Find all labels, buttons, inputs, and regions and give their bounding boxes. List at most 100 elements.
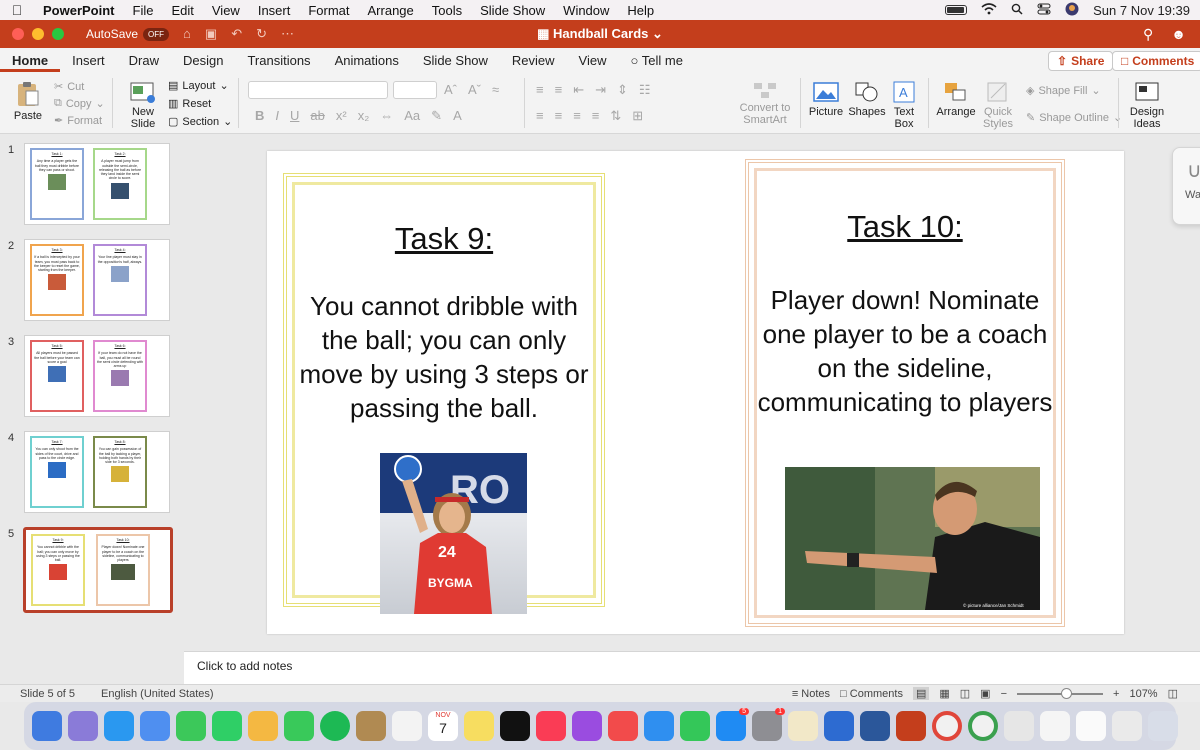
bold-icon[interactable]: B xyxy=(255,108,264,124)
trash-icon[interactable] xyxy=(1148,711,1178,741)
format-painter-button[interactable]: ✒ Format xyxy=(54,114,102,128)
slide-5[interactable]: Task 9: You cannot dribble with the ball… xyxy=(267,151,1124,634)
photos-icon[interactable] xyxy=(248,711,278,741)
new-slide-button[interactable]: New Slide xyxy=(124,80,162,130)
window-preview-icon[interactable] xyxy=(1112,711,1142,741)
increase-font-icon[interactable]: Aˆ xyxy=(444,82,457,97)
font-family-select[interactable] xyxy=(248,81,388,99)
menu-app-name[interactable]: PowerPoint xyxy=(34,3,124,18)
picture-button[interactable]: Picture xyxy=(808,80,844,118)
window-preview-icon[interactable] xyxy=(1076,711,1106,741)
columns-icon[interactable]: ☷ xyxy=(639,82,651,98)
highlight-icon[interactable]: ✎ xyxy=(431,108,442,124)
line-spacing-icon[interactable]: ⇕ xyxy=(617,82,628,98)
card-text[interactable]: You cannot dribble with the ball; you ca… xyxy=(287,289,601,425)
safari-icon[interactable] xyxy=(104,711,134,741)
notes-pane[interactable]: Click to add notes xyxy=(184,651,1200,684)
strikethrough-icon[interactable]: ab xyxy=(310,108,324,124)
task-card-10[interactable]: Task 10: Player down! Nominate one playe… xyxy=(745,159,1065,627)
clear-format-icon[interactable]: ≈ xyxy=(492,82,499,97)
comments-button[interactable]: □ Comments xyxy=(1112,51,1200,71)
share-button[interactable]: ⇧ Share xyxy=(1048,51,1114,71)
notes-app-icon[interactable] xyxy=(464,711,494,741)
shape-fill-button[interactable]: ◈ Shape Fill ⌄ xyxy=(1026,84,1101,98)
chrome-alt-icon[interactable] xyxy=(968,711,998,741)
zoom-out-icon[interactable]: − xyxy=(1001,688,1007,700)
notes-toggle[interactable]: ≡ Notes xyxy=(792,688,830,700)
tab-design[interactable]: Design xyxy=(171,53,235,72)
menu-view[interactable]: View xyxy=(203,3,249,18)
undo-icon[interactable]: ↶ xyxy=(231,26,242,42)
convert-smartart-button[interactable]: Convert to SmartArt xyxy=(738,80,792,126)
menu-edit[interactable]: Edit xyxy=(162,3,202,18)
reminders-icon[interactable] xyxy=(392,711,422,741)
comments-toggle[interactable]: □ Comments xyxy=(840,688,903,700)
italic-icon[interactable]: I xyxy=(275,108,279,124)
menu-insert[interactable]: Insert xyxy=(249,3,300,18)
tab-draw[interactable]: Draw xyxy=(117,53,171,72)
slide-thumbnail-2[interactable]: Task 3: If a ball is intercepted by your … xyxy=(24,239,170,321)
superscript-icon[interactable]: x² xyxy=(336,108,347,124)
normal-view-icon[interactable]: ▤ xyxy=(912,687,930,700)
change-case-icon[interactable]: Aa xyxy=(404,108,420,124)
justify-icon[interactable]: ≡ xyxy=(592,108,600,124)
reading-view-icon[interactable]: ◫ xyxy=(960,687,970,700)
layout-button[interactable]: ▤ Layout ⌄ xyxy=(168,79,229,93)
zoom-window-button[interactable] xyxy=(52,28,64,40)
font-color-icon[interactable]: A xyxy=(453,108,462,124)
zoom-slider[interactable] xyxy=(1017,687,1104,699)
font-size-select[interactable] xyxy=(393,81,437,99)
finder-icon[interactable] xyxy=(32,711,62,741)
presenter-view-icon[interactable]: ▣ xyxy=(980,687,990,700)
apple-tv-icon[interactable] xyxy=(500,711,530,741)
numbering-icon[interactable]: ≡ xyxy=(555,82,563,98)
music-icon[interactable] xyxy=(536,711,566,741)
text-box-button[interactable]: A Text Box xyxy=(888,80,920,130)
spotify-icon[interactable] xyxy=(320,711,350,741)
quick-styles-button[interactable]: Quick Styles xyxy=(980,80,1016,130)
zoom-slider-knob[interactable] xyxy=(1061,687,1073,699)
fit-slide-icon[interactable]: ◫ xyxy=(1168,687,1178,700)
notes-placeholder[interactable]: Click to add notes xyxy=(197,659,292,673)
document-title[interactable]: Handball Cards xyxy=(553,26,648,41)
decrease-font-icon[interactable]: Aˇ xyxy=(468,82,481,97)
facetime-icon[interactable] xyxy=(284,711,314,741)
menu-tools[interactable]: Tools xyxy=(423,3,471,18)
chrome-icon[interactable] xyxy=(932,711,962,741)
section-button[interactable]: ▢ Section ⌄ xyxy=(168,115,232,129)
char-spacing-icon[interactable]: ⇔ xyxy=(380,108,393,124)
home-icon[interactable]: ⌂ xyxy=(183,26,191,42)
reset-button[interactable]: ▥ Reset xyxy=(168,97,211,111)
slide-thumbnail-1[interactable]: Task 1: Any time a player gets the ball t… xyxy=(24,143,170,225)
search-icon[interactable] xyxy=(1011,3,1023,18)
cut-button[interactable]: ✂ Cut xyxy=(54,80,84,94)
card-title[interactable]: Task 10: xyxy=(749,209,1061,245)
mail-icon[interactable] xyxy=(140,711,170,741)
align-left-icon[interactable]: ≡ xyxy=(536,108,544,124)
handball-player-photo[interactable]: RO 24 BYGMA xyxy=(380,453,527,614)
control-center-icon[interactable] xyxy=(1037,3,1051,18)
powerpoint-icon[interactable] xyxy=(896,711,926,741)
shapes-button[interactable]: Shapes xyxy=(848,80,886,118)
zoom-level[interactable]: 107% xyxy=(1129,688,1157,700)
calendar-icon[interactable]: NOV 7 xyxy=(428,711,458,741)
word-icon[interactable] xyxy=(860,711,890,741)
minimize-window-button[interactable] xyxy=(32,28,44,40)
keynote-icon[interactable] xyxy=(644,711,674,741)
tab-view[interactable]: View xyxy=(567,53,619,72)
news-icon[interactable] xyxy=(608,711,638,741)
task-card-9[interactable]: Task 9: You cannot dribble with the ball… xyxy=(283,173,605,614)
redo-icon[interactable]: ↻ xyxy=(256,26,267,42)
close-window-button[interactable] xyxy=(12,28,24,40)
tab-slide-show[interactable]: Slide Show xyxy=(411,53,500,72)
designer-side-panel[interactable]: ∪ Wa xyxy=(1172,147,1200,225)
text-direction-icon[interactable]: ⇅ xyxy=(610,108,621,124)
search-icon[interactable]: ⚲ xyxy=(1143,26,1153,43)
system-preferences-icon[interactable]: 1 xyxy=(752,708,785,741)
messages-icon[interactable] xyxy=(176,711,206,741)
menu-help[interactable]: Help xyxy=(618,3,663,18)
coach-pointing-photo[interactable]: © picture alliance/Jan Schmidt xyxy=(785,467,1040,610)
subscript-icon[interactable]: x₂ xyxy=(358,108,370,124)
shape-outline-button[interactable]: ✎Shape Outline⌄ xyxy=(1026,111,1122,125)
whatsapp-icon[interactable] xyxy=(212,711,242,741)
